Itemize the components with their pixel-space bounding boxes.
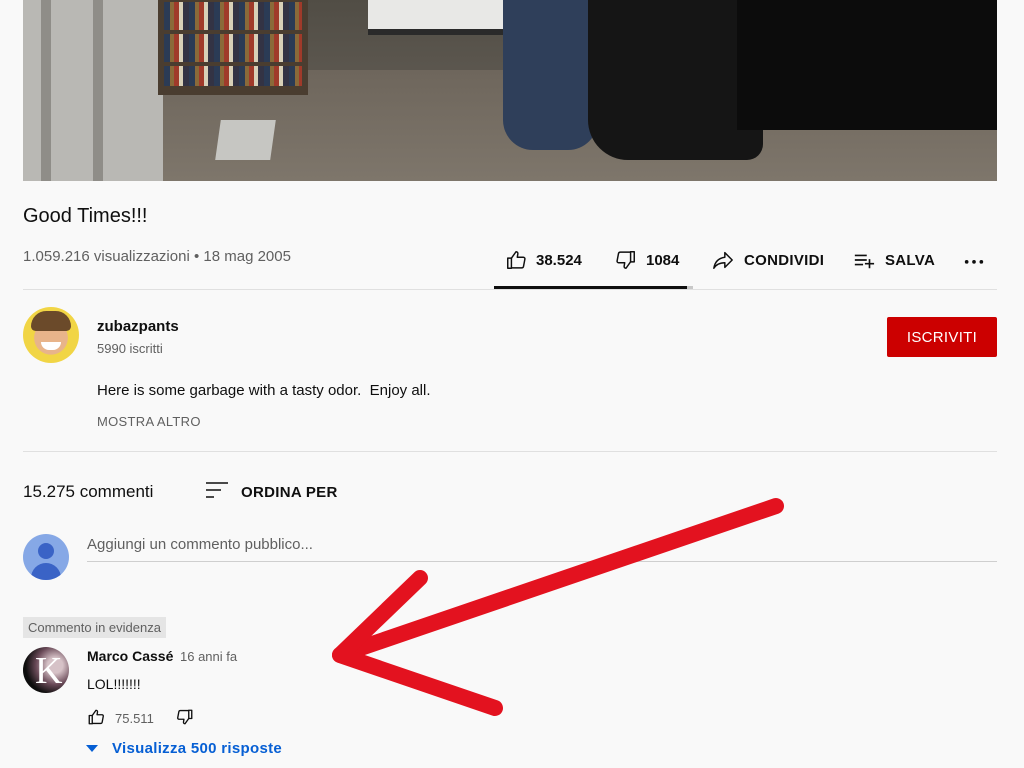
caret-down-icon: [86, 740, 98, 757]
dislike-button[interactable]: 1084: [615, 247, 679, 273]
like-icon: [87, 708, 105, 729]
section-divider: [23, 451, 997, 452]
video-frame-bookshelf: [158, 0, 308, 95]
video-frame-pole: [41, 0, 51, 181]
section-divider: [23, 289, 997, 290]
video-frame-books: [164, 34, 302, 62]
video-player[interactable]: [23, 0, 997, 181]
view-replies-button[interactable]: Visualizza 500 risposte: [86, 740, 282, 757]
like-icon: [505, 249, 527, 271]
video-frame-cabinet: [23, 0, 163, 181]
video-frame-monitor: [368, 0, 508, 35]
comment-like-button[interactable]: 75.511: [87, 708, 154, 729]
sort-comments-button[interactable]: ORDINA PER: [205, 480, 338, 504]
share-label: CONDIVIDI: [744, 251, 825, 269]
like-button[interactable]: 38.524: [505, 247, 582, 273]
video-frame-pole: [93, 0, 103, 181]
show-more-button[interactable]: MOSTRA ALTRO: [97, 414, 201, 429]
subscribe-button[interactable]: ISCRIVITI: [887, 317, 997, 357]
comment-time[interactable]: 16 anni fa: [180, 649, 237, 664]
comment-author[interactable]: Marco Cassé: [87, 648, 173, 664]
sort-label: ORDINA PER: [241, 483, 338, 501]
avatar-smile: [41, 342, 61, 350]
view-count: 1.059.216 visualizzazioni: [23, 248, 190, 265]
upload-date: 18 mag 2005: [203, 248, 291, 265]
dislike-icon: [615, 249, 637, 271]
avatar-body: [31, 563, 61, 580]
pinned-comment-badge: Commento in evidenza: [23, 617, 166, 638]
dislike-icon: [176, 709, 194, 730]
subscriber-count: 5990 iscritti: [97, 341, 163, 356]
more-actions-button[interactable]: [963, 247, 985, 273]
video-meta: 1.059.216 visualizzazioni • 18 mag 2005: [23, 248, 291, 265]
comment-like-count: 75.511: [115, 711, 154, 726]
video-description: Here is some garbage with a tasty odor. …: [97, 382, 431, 399]
add-comment-underline: [87, 561, 997, 562]
channel-avatar[interactable]: [23, 307, 79, 363]
arrow-shaft: [332, 498, 784, 663]
video-frame-person: [503, 0, 598, 150]
share-button[interactable]: CONDIVIDI: [711, 247, 824, 273]
like-count: 38.524: [536, 251, 582, 269]
save-button[interactable]: SALVA: [852, 247, 935, 273]
video-frame-keyboard: [215, 120, 276, 160]
video-frame-books: [164, 2, 302, 30]
save-label: SALVA: [885, 251, 936, 269]
commenter-avatar[interactable]: K: [23, 647, 69, 693]
channel-name[interactable]: zubazpants: [97, 318, 179, 335]
user-avatar-icon: [23, 534, 69, 580]
comments-count: 15.275 commenti: [23, 482, 154, 501]
arrow-head: [332, 570, 503, 716]
meta-separator: •: [193, 248, 200, 265]
sort-icon: [205, 480, 229, 504]
avatar-head: [38, 543, 54, 559]
dislike-count: 1084: [646, 251, 680, 269]
save-playlist-icon: [852, 249, 876, 271]
more-icon: [963, 249, 985, 271]
video-title: Good Times!!!: [23, 205, 148, 227]
video-frame-books: [164, 66, 302, 86]
comment-text: LOL!!!!!!!: [87, 676, 141, 692]
add-comment-input[interactable]: Aggiungi un commento pubblico...: [87, 536, 313, 553]
avatar-hair: [31, 311, 71, 331]
comment-dislike-button[interactable]: [176, 708, 194, 731]
share-icon: [711, 249, 735, 271]
video-frame-shadow: [737, 0, 997, 130]
view-replies-label: Visualizza 500 risposte: [112, 740, 283, 757]
